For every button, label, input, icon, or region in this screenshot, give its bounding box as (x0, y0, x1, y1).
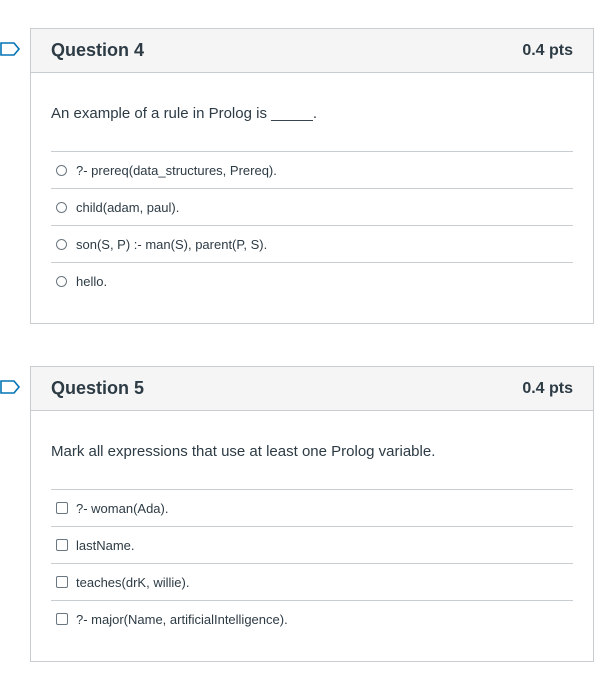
answer-option[interactable]: lastName. (51, 526, 573, 563)
radio-icon[interactable] (56, 201, 67, 213)
question-prompt: Mark all expressions that use at least o… (51, 443, 436, 460)
checkbox-icon[interactable] (56, 502, 68, 514)
answer-option[interactable]: ?- prereq(data_structures, Prereq). (51, 151, 573, 188)
answer-list: ?- woman(Ada). lastName. teaches(drK, wi… (51, 489, 573, 637)
checkbox-icon[interactable] (56, 539, 68, 551)
question-header: Question 5 0.4 pts (31, 367, 593, 411)
answer-option[interactable]: hello. (51, 262, 573, 299)
answer-label: teaches(drK, willie). (76, 574, 190, 590)
answer-label: lastName. (76, 537, 135, 553)
radio-icon[interactable] (56, 275, 67, 287)
question-points: 0.4 pts (522, 41, 573, 59)
question-header: Question 4 0.4 pts (31, 29, 593, 73)
checkbox-icon[interactable] (56, 613, 68, 625)
answer-option[interactable]: son(S, P) :- man(S), parent(P, S). (51, 225, 573, 262)
answer-label: ?- prereq(data_structures, Prereq). (76, 162, 277, 178)
question-points: 0.4 pts (522, 379, 573, 397)
answer-label: hello. (76, 273, 108, 289)
answer-option[interactable]: child(adam, paul). (51, 188, 573, 225)
answer-option[interactable]: ?- major(Name, artificialIntelligence). (51, 600, 573, 637)
question-5-card: Question 5 0.4 pts Mark all expressions … (30, 366, 594, 662)
answer-option[interactable]: teaches(drK, willie). (51, 563, 573, 600)
question-prompt: An example of a rule in Prolog is _____. (51, 105, 317, 122)
question-title: Question 4 (51, 40, 145, 60)
answer-label: ?- woman(Ada). (76, 500, 169, 516)
answer-option[interactable]: ?- woman(Ada). (51, 489, 573, 526)
question-title: Question 5 (51, 378, 145, 398)
answer-label: son(S, P) :- man(S), parent(P, S). (76, 236, 268, 252)
flag-question-icon[interactable] (0, 380, 21, 394)
answer-label: child(adam, paul). (76, 199, 180, 215)
answer-list: ?- prereq(data_structures, Prereq). chil… (51, 151, 573, 299)
radio-icon[interactable] (56, 238, 67, 250)
checkbox-icon[interactable] (56, 576, 68, 588)
question-4-card: Question 4 0.4 pts An example of a rule … (30, 28, 594, 324)
flag-question-icon[interactable] (0, 42, 21, 56)
radio-icon[interactable] (56, 164, 67, 176)
answer-label: ?- major(Name, artificialIntelligence). (76, 611, 288, 627)
